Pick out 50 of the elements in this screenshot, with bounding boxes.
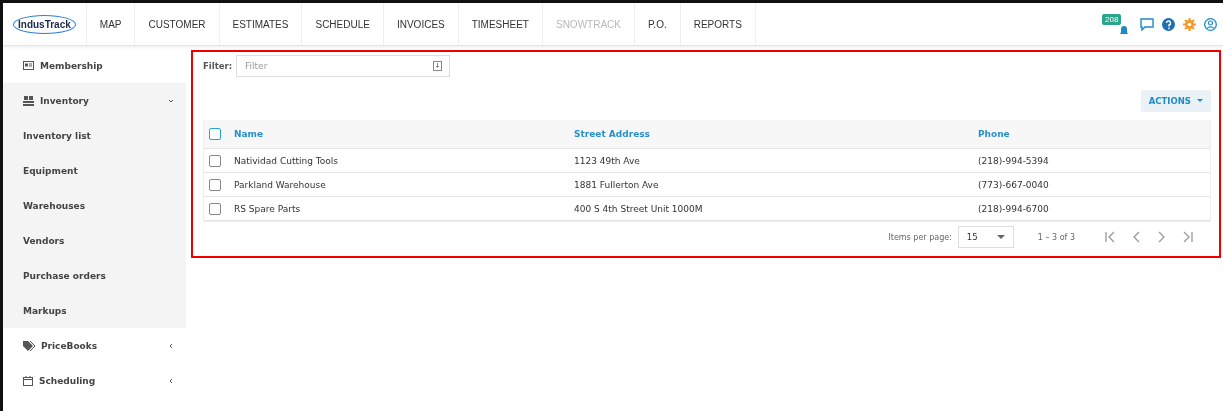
table-cell-text: RS Spare Parts: [234, 203, 302, 214]
sidebar-subitem[interactable]: Equipment: [3, 153, 186, 188]
user-icon[interactable]: [1204, 17, 1217, 31]
sidebar-subitem[interactable]: Inventory list: [3, 118, 186, 153]
sidebar-item[interactable]: Scheduling: [3, 363, 186, 398]
sidebar-subitem[interactable]: Purchase orders: [3, 258, 186, 293]
caret-icon: [1197, 99, 1203, 103]
sidebar-item[interactable]: Inventory: [3, 83, 186, 118]
page-size-select[interactable]: 15: [957, 226, 1014, 248]
settings-icon[interactable]: [1183, 17, 1196, 31]
logo[interactable]: IndusTrack: [3, 3, 87, 45]
nav-tab[interactable]: P.O.: [634, 3, 681, 45]
sidebar-subitem[interactable]: Vendors: [3, 223, 186, 258]
nav-tab[interactable]: REPORTS: [680, 3, 756, 45]
items-per-page-label: Items per page:: [888, 232, 952, 242]
nav-tab[interactable]: SCHEDULE: [302, 3, 384, 45]
chat-icon[interactable]: [1140, 17, 1154, 31]
filter-label: Filter:: [203, 61, 233, 71]
table-cell-text: (218)-994-6700: [978, 203, 1050, 214]
nav-tab[interactable]: CUSTOMER: [135, 3, 220, 45]
row-checkbox[interactable]: [209, 202, 221, 215]
nav-tab[interactable]: INVOICES: [383, 3, 459, 45]
sidebar-item[interactable]: Membership: [3, 48, 186, 83]
table-cell-text: Natividad Cutting Tools: [234, 155, 339, 166]
download-icon[interactable]: [433, 61, 443, 71]
pallet-icon: [23, 95, 34, 106]
sidebar-subitem[interactable]: Warehouses: [3, 188, 186, 223]
table-cell-text: (773)-667-0040: [978, 179, 1050, 190]
bell-icon[interactable]: [1118, 26, 1130, 36]
table-cell-text: (218)-994-5394: [978, 155, 1050, 166]
filter-field[interactable]: Filter: [236, 55, 451, 77]
nav-tab[interactable]: TIMESHEET: [458, 3, 543, 45]
select-all-checkbox[interactable]: [209, 128, 221, 140]
sidebar-subitem[interactable]: Markups: [3, 293, 186, 328]
id-card-icon: [23, 61, 34, 70]
table-cell-text: 400 S 4th Street Unit 1000M: [574, 203, 704, 214]
table-cell-text: 1123 49th Ave: [574, 155, 641, 166]
row-checkbox[interactable]: [209, 178, 221, 191]
nav-tab[interactable]: MAP: [86, 3, 136, 45]
row-checkbox[interactable]: [209, 154, 221, 167]
tags-icon: [23, 340, 35, 351]
sidebar-item[interactable]: PriceBooks: [3, 328, 186, 363]
nav-tab[interactable]: ESTIMATES: [219, 3, 303, 45]
calendar-icon: [23, 375, 33, 386]
caret-icon: [996, 234, 1005, 240]
table-cell-text: Parkland Warehouse: [234, 179, 327, 190]
help-icon[interactable]: [1162, 17, 1175, 31]
table-cell-text: 1881 Fullerton Ave: [574, 179, 660, 190]
notification-count: 208: [1102, 14, 1122, 25]
page-range: 1 – 3 of 3: [1037, 232, 1075, 242]
